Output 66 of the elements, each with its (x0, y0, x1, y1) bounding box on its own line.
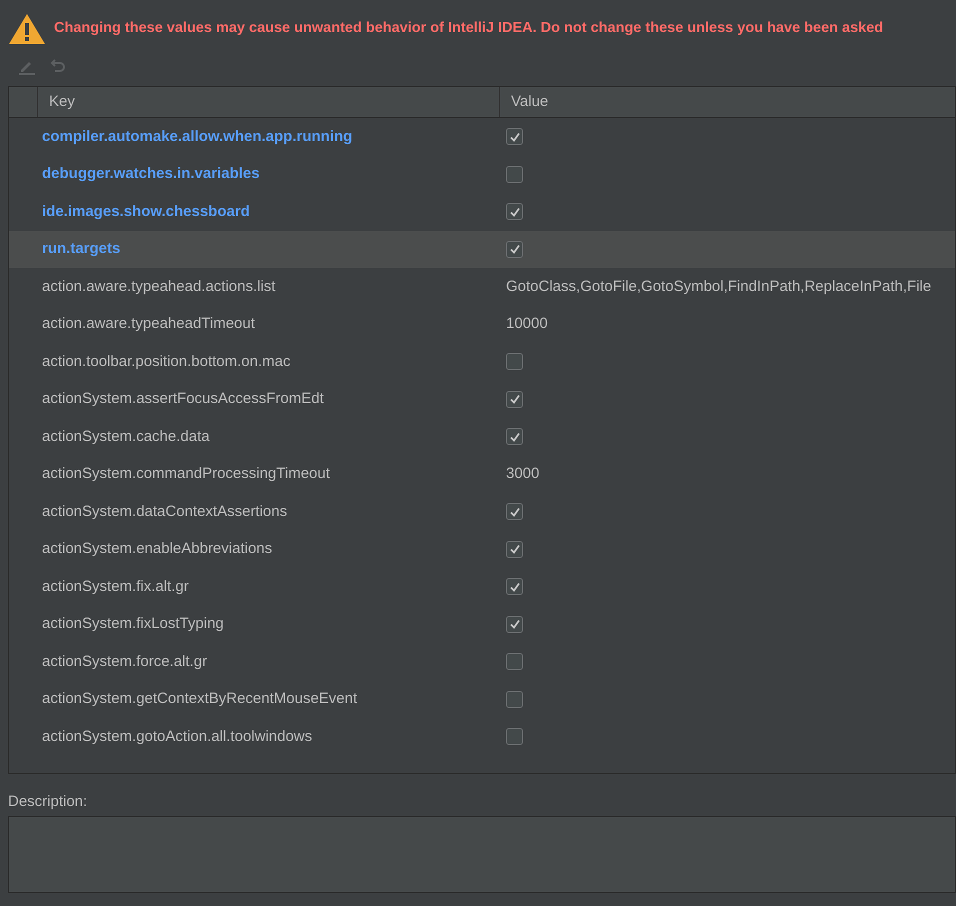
warning-icon (8, 13, 46, 45)
checkbox[interactable] (506, 428, 523, 446)
column-header[interactable]: Key (38, 87, 500, 117)
key-text: actionSystem.assertFocusAccessFromEdt (42, 390, 324, 408)
key-text: actionSystem.cache.data (42, 428, 210, 445)
table-row[interactable]: action.aware.typeaheadTimeout 10000 (9, 306, 955, 343)
key-text: action.toolbar.position.bottom.on.mac (42, 352, 290, 370)
checkbox[interactable] (506, 203, 523, 220)
table-row[interactable]: actionSystem.dataContextAssertions (9, 493, 955, 530)
table-row[interactable]: actionSystem.commandProcessingTimeout 3000 (9, 456, 955, 493)
checkmark-icon (508, 543, 520, 556)
checkbox[interactable] (506, 128, 523, 146)
key-text: actionSystem.fix.alt.gr (42, 578, 189, 595)
table-row[interactable]: compiler.automake.allow.when.app.running (9, 118, 955, 156)
key-text: actionSystem.fixLostTyping (42, 615, 224, 632)
checkmark-icon (508, 618, 520, 630)
table-row[interactable]: actionSystem.fixLostTyping (9, 606, 955, 643)
checkbox[interactable] (506, 353, 523, 370)
key-text: run.targets (42, 240, 120, 258)
key-text: actionSystem.getContextByRecentMouseEvent (42, 690, 358, 708)
checkbox[interactable] (506, 616, 523, 633)
checkbox[interactable] (506, 728, 523, 746)
key-text: action.aware.typeaheadTimeout (42, 315, 255, 332)
checkbox[interactable] (506, 390, 523, 408)
checkbox[interactable] (506, 166, 523, 183)
table-row[interactable]: actionSystem.assertFocusAccessFromEdt (9, 380, 955, 418)
checkmark-icon (508, 393, 520, 406)
checkmark-icon (508, 243, 520, 256)
table-row[interactable]: action.aware.typeahead.actions.list GotoClass,GotoFile,GotoSymbol,FindInPath,ReplaceInPath,File (9, 268, 955, 306)
column-header[interactable]: Value (500, 87, 955, 117)
key-text: actionSystem.dataContextAssertions (42, 502, 288, 520)
checkbox[interactable] (506, 503, 523, 520)
table-row[interactable]: ide.images.show.chessboard (9, 193, 955, 230)
checkmark-icon (508, 206, 520, 218)
table-row[interactable]: debugger.watches.in.variables (9, 156, 955, 193)
table-row[interactable]: run.targets (9, 230, 955, 268)
key-text: action.aware.typeahead.actions.list (42, 278, 276, 295)
description-label: Description: (8, 793, 88, 810)
key-text: actionSystem.force.alt.gr (42, 652, 208, 670)
description-field[interactable] (8, 816, 956, 893)
table-row[interactable]: actionSystem.gotoAction.all.toolwindows (9, 718, 955, 756)
checkmark-icon (508, 580, 520, 593)
value-text: GotoClass,GotoFile,GotoSymbol,FindInPath,ReplaceInPath,File (506, 278, 932, 295)
checkmark-icon (508, 130, 520, 143)
key-text: actionSystem.enableAbbreviations (42, 540, 272, 558)
checkbox[interactable] (506, 578, 523, 596)
key-text: ide.images.show.chessboard (42, 202, 250, 220)
key-text: actionSystem.commandProcessingTimeout (42, 465, 330, 482)
checkmark-icon (508, 506, 520, 518)
value-text: 3000 (506, 465, 540, 482)
table-row[interactable]: actionSystem.getContextByRecentMouseEvent (9, 680, 955, 718)
table-row[interactable]: actionSystem.fix.alt.gr (9, 568, 955, 606)
checkbox[interactable] (506, 240, 523, 258)
table-row[interactable]: actionSystem.force.alt.gr (9, 643, 955, 680)
key-text: compiler.automake.allow.when.app.running (42, 128, 352, 145)
key-text: debugger.watches.in.variables (42, 165, 260, 182)
warning-message: Changing these values may cause unwanted behavior of IntelliJ IDEA. Do not change these unless you have been asked (54, 19, 884, 38)
table-row[interactable]: actionSystem.enableAbbreviations (9, 530, 955, 568)
checkbox[interactable] (506, 540, 523, 558)
table-row[interactable]: action.toolbar.position.bottom.on.mac (9, 343, 955, 380)
table-row[interactable]: actionSystem.cache.data (9, 418, 955, 456)
checkbox[interactable] (506, 653, 523, 670)
checkbox[interactable] (506, 690, 523, 708)
value-text: 10000 (506, 315, 548, 332)
checkmark-icon (508, 430, 520, 443)
key-text: actionSystem.gotoAction.all.toolwindows (42, 728, 312, 745)
